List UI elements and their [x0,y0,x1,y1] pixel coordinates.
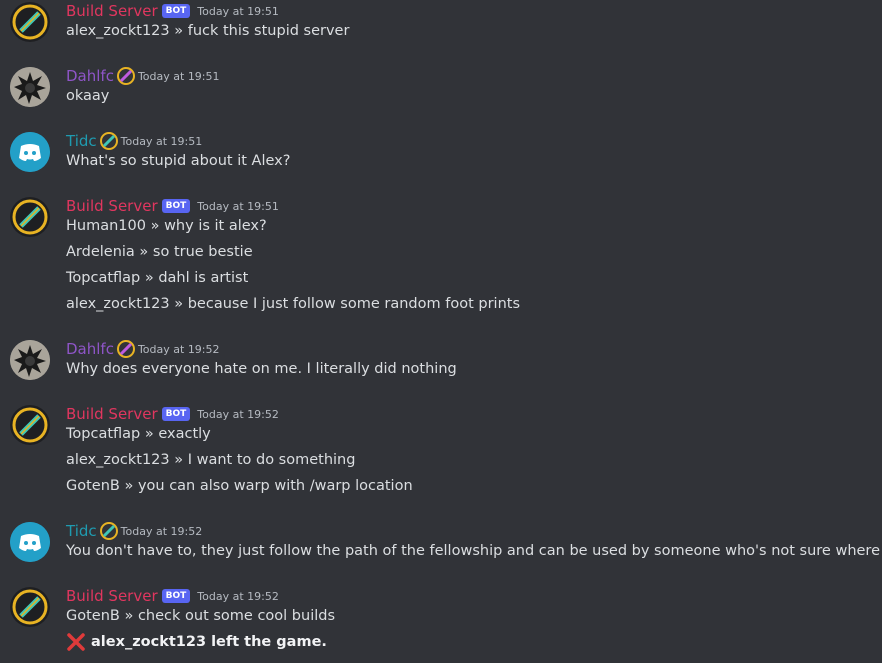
message-header: Tidc Today at 19:51 [66,132,202,152]
role-icon [116,340,135,358]
message-text: Why does everyone hate on me. I literall… [66,361,457,377]
separator: » [145,218,165,234]
message-header: Build Server BOT Today at 19:51 [66,197,279,217]
message-text: I want to do something [187,452,356,468]
game-user: Human100 [66,218,146,234]
message-header: Build Server BOT Today at 19:52 [66,405,279,425]
message-line: alex_zockt123 » I want to do something [66,452,355,468]
sword-icon [10,197,50,237]
separator: » [140,270,159,286]
role-icon [99,522,118,540]
dahlfc-avatar[interactable] [10,67,50,107]
timestamp[interactable]: Today at 19:51 [197,200,279,213]
timestamp[interactable]: Today at 19:51 [197,5,279,18]
separator: » [169,452,188,468]
timestamp[interactable]: Today at 19:52 [121,525,203,538]
message-line: GotenB » you can also warp with /warp lo… [66,478,413,494]
build-server-avatar[interactable] [10,2,50,42]
author-name[interactable]: Build Server [66,587,158,605]
message-text: exactly [158,426,211,442]
author-name[interactable]: Build Server [66,405,158,423]
message-text: check out some cool builds [137,608,336,624]
message-line: GotenB » check out some cool builds [66,608,335,624]
author-name[interactable]: Tidc [66,132,97,150]
red-x-icon [67,633,85,651]
message-text: so true bestie [152,244,253,260]
author-name[interactable]: Dahlfc [66,340,114,358]
message-line: Human100 » why is it alex? [66,218,267,234]
discord-logo-icon [10,132,50,172]
message-line: Topcatflap » dahl is artist [66,270,248,286]
sword-icon [10,405,50,445]
role-icon [99,132,118,150]
message-line: Topcatflap » exactly [66,426,211,442]
message-text: you can also warp with /warp location [137,478,413,494]
leave-notice-text: alex_zockt123 left the game. [91,634,327,650]
bot-badge: BOT [161,199,191,213]
author-name[interactable]: Tidc [66,522,97,540]
author-name[interactable]: Dahlfc [66,67,114,85]
discord-logo-icon [10,522,50,562]
game-user: Topcatflap [66,426,141,442]
spiky-creature-icon [10,340,50,380]
message-line: alex_zockt123 left the game. [66,632,327,652]
timestamp[interactable]: Today at 19:52 [138,343,220,356]
separator: » [169,23,188,39]
separator: » [140,426,159,442]
message-line: Why does everyone hate on me. I literall… [66,361,457,377]
bot-badge: BOT [161,407,191,421]
timestamp[interactable]: Today at 19:52 [197,408,279,421]
message-line: alex_zockt123 » fuck this stupid server [66,23,349,39]
timestamp[interactable]: Today at 19:52 [197,590,279,603]
bot-badge: BOT [161,589,191,603]
bot-badge: BOT [161,4,191,18]
build-server-avatar[interactable] [10,197,50,237]
message-text: dahl is artist [158,270,249,286]
build-server-avatar[interactable] [10,587,50,627]
message-text: okaay [66,88,110,104]
game-user: alex_zockt123 [66,452,170,468]
message-line: okaay [66,88,109,104]
game-user: GotenB [66,608,120,624]
message-text: fuck this stupid server [187,23,350,39]
message-line: alex_zockt123 » because I just follow so… [66,296,520,312]
game-user: Ardelenia [66,244,135,260]
message-line: Ardelenia » so true bestie [66,244,253,260]
game-user: GotenB [66,478,120,494]
author-name[interactable]: Build Server [66,197,158,215]
role-icon [116,67,135,85]
message-text: You don't have to, they just follow the … [66,543,882,559]
message-header: Dahlfc Today at 19:52 [66,340,220,360]
game-user: Topcatflap [66,270,141,286]
tidc-avatar[interactable] [10,132,50,172]
timestamp[interactable]: Today at 19:51 [138,70,220,83]
message-header: Tidc Today at 19:52 [66,522,202,542]
game-user: alex_zockt123 [66,296,170,312]
separator: » [169,296,188,312]
timestamp[interactable]: Today at 19:51 [121,135,203,148]
build-server-avatar[interactable] [10,405,50,445]
message-text: why is it alex? [164,218,267,234]
sword-icon [10,587,50,627]
game-user: alex_zockt123 [66,23,170,39]
message-header: Build Server BOT Today at 19:52 [66,587,279,607]
message-header: Build Server BOT Today at 19:51 [66,2,279,22]
message-line: You don't have to, they just follow the … [66,543,882,559]
author-name[interactable]: Build Server [66,2,158,20]
message-header: Dahlfc Today at 19:51 [66,67,220,87]
spiky-creature-icon [10,67,50,107]
separator: » [134,244,153,260]
dahlfc-avatar[interactable] [10,340,50,380]
sword-icon [10,2,50,42]
separator: » [119,608,138,624]
tidc-avatar[interactable] [10,522,50,562]
chat-messages: Build Server BOT Today at 19:51 alex_zockt… [0,0,882,663]
message-line: What's so stupid about it Alex? [66,153,290,169]
message-text: because I just follow some random foot p… [187,296,520,312]
separator: » [119,478,138,494]
message-text: What's so stupid about it Alex? [66,153,291,169]
